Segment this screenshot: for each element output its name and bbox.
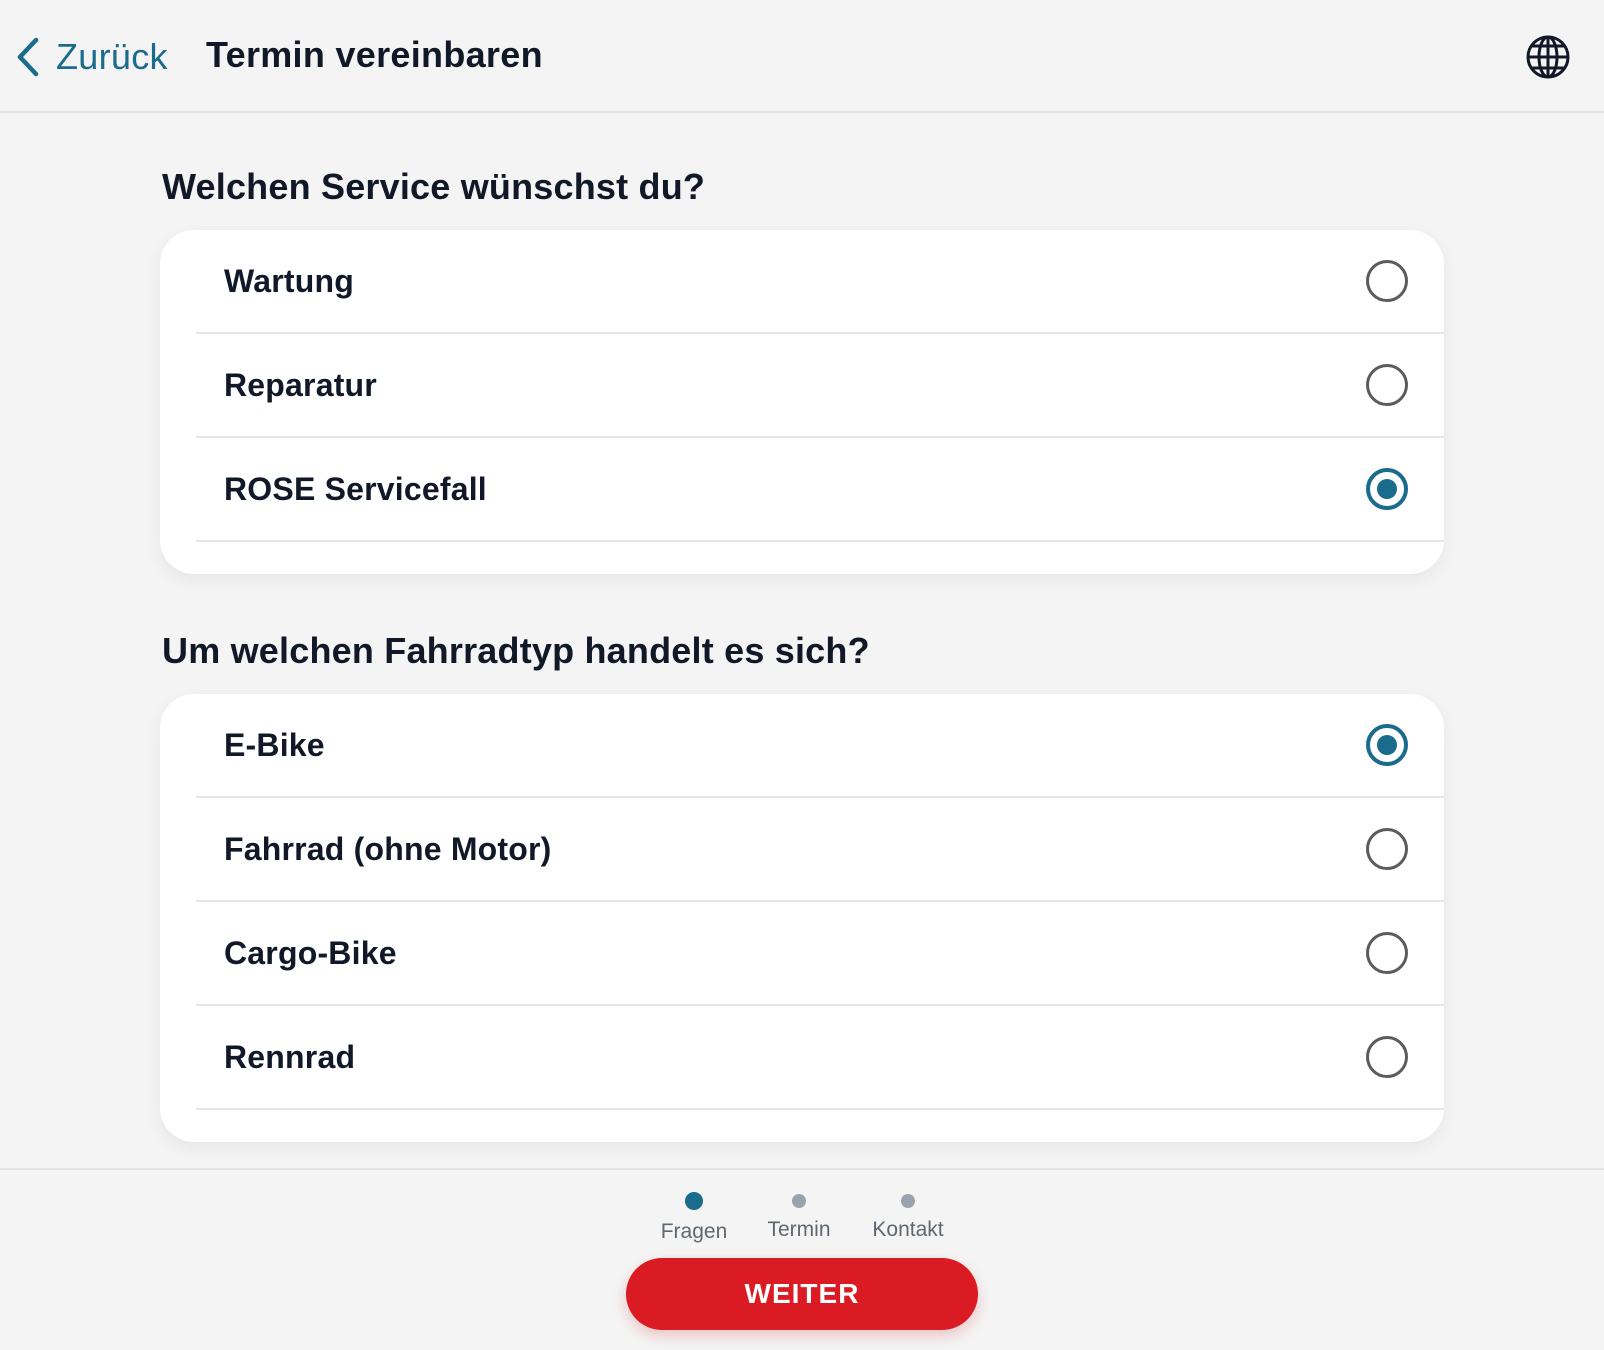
step-label: Kontakt <box>872 1218 944 1241</box>
service-option-rose-servicefall[interactable]: ROSE Servicefall <box>196 438 1444 542</box>
option-label: Rennrad <box>224 1038 356 1075</box>
app-root: Zurück Termin vereinbaren Welchen Servic… <box>0 0 1604 1350</box>
chevron-left-icon <box>17 37 39 77</box>
next-button[interactable]: WEITER <box>626 1258 978 1330</box>
bike-type-options-card: E-Bike Fahrrad (ohne Motor) Cargo-Bike R… <box>160 694 1444 1142</box>
radio-button-selected[interactable] <box>1366 724 1408 766</box>
bike-option-rennrad[interactable]: Rennrad <box>196 1006 1444 1110</box>
bike-option-fahrrad[interactable]: Fahrrad (ohne Motor) <box>196 798 1444 902</box>
service-options-card: Wartung Reparatur ROSE Servicefall <box>160 230 1444 574</box>
globe-icon <box>1526 35 1570 79</box>
step-label: Termin <box>767 1218 831 1241</box>
radio-button[interactable] <box>1366 364 1408 406</box>
option-label: ROSE Servicefall <box>224 470 487 507</box>
bike-option-cargo-bike[interactable]: Cargo-Bike <box>196 902 1444 1006</box>
language-button[interactable] <box>1524 33 1572 81</box>
page-title: Termin vereinbaren <box>206 34 543 75</box>
footer-bar: Fragen Termin Kontakt WEITER <box>0 1168 1604 1350</box>
step-dot <box>901 1194 915 1208</box>
radio-button[interactable] <box>1366 1036 1408 1078</box>
bike-option-e-bike[interactable]: E-Bike <box>196 694 1444 798</box>
radio-button[interactable] <box>1366 932 1408 974</box>
step-kontakt: Kontakt <box>870 1190 946 1242</box>
option-label: Fahrrad (ohne Motor) <box>224 830 552 867</box>
back-button[interactable]: Zurück <box>14 30 168 84</box>
radio-button[interactable] <box>1366 828 1408 870</box>
radio-button[interactable] <box>1366 260 1408 302</box>
back-label: Zurück <box>56 36 168 77</box>
header-bar: Zurück Termin vereinbaren <box>0 0 1604 113</box>
option-label: Wartung <box>224 262 354 299</box>
step-label: Fragen <box>660 1220 728 1243</box>
service-question-title: Welchen Service wünschst du? <box>162 166 706 207</box>
service-option-reparatur[interactable]: Reparatur <box>196 334 1444 438</box>
step-termin: Termin <box>764 1190 834 1242</box>
step-fragen: Fragen <box>660 1190 728 1244</box>
option-label: Reparatur <box>224 366 377 403</box>
step-dot <box>792 1194 806 1208</box>
bike-type-question-title: Um welchen Fahrradtyp handelt es sich? <box>162 630 870 671</box>
step-dot-active <box>685 1192 703 1210</box>
option-label: E-Bike <box>224 726 325 763</box>
progress-steps: Fragen Termin Kontakt <box>0 1190 1604 1250</box>
service-option-wartung[interactable]: Wartung <box>196 230 1444 334</box>
option-label: Cargo-Bike <box>224 934 397 971</box>
radio-button-selected[interactable] <box>1366 468 1408 510</box>
